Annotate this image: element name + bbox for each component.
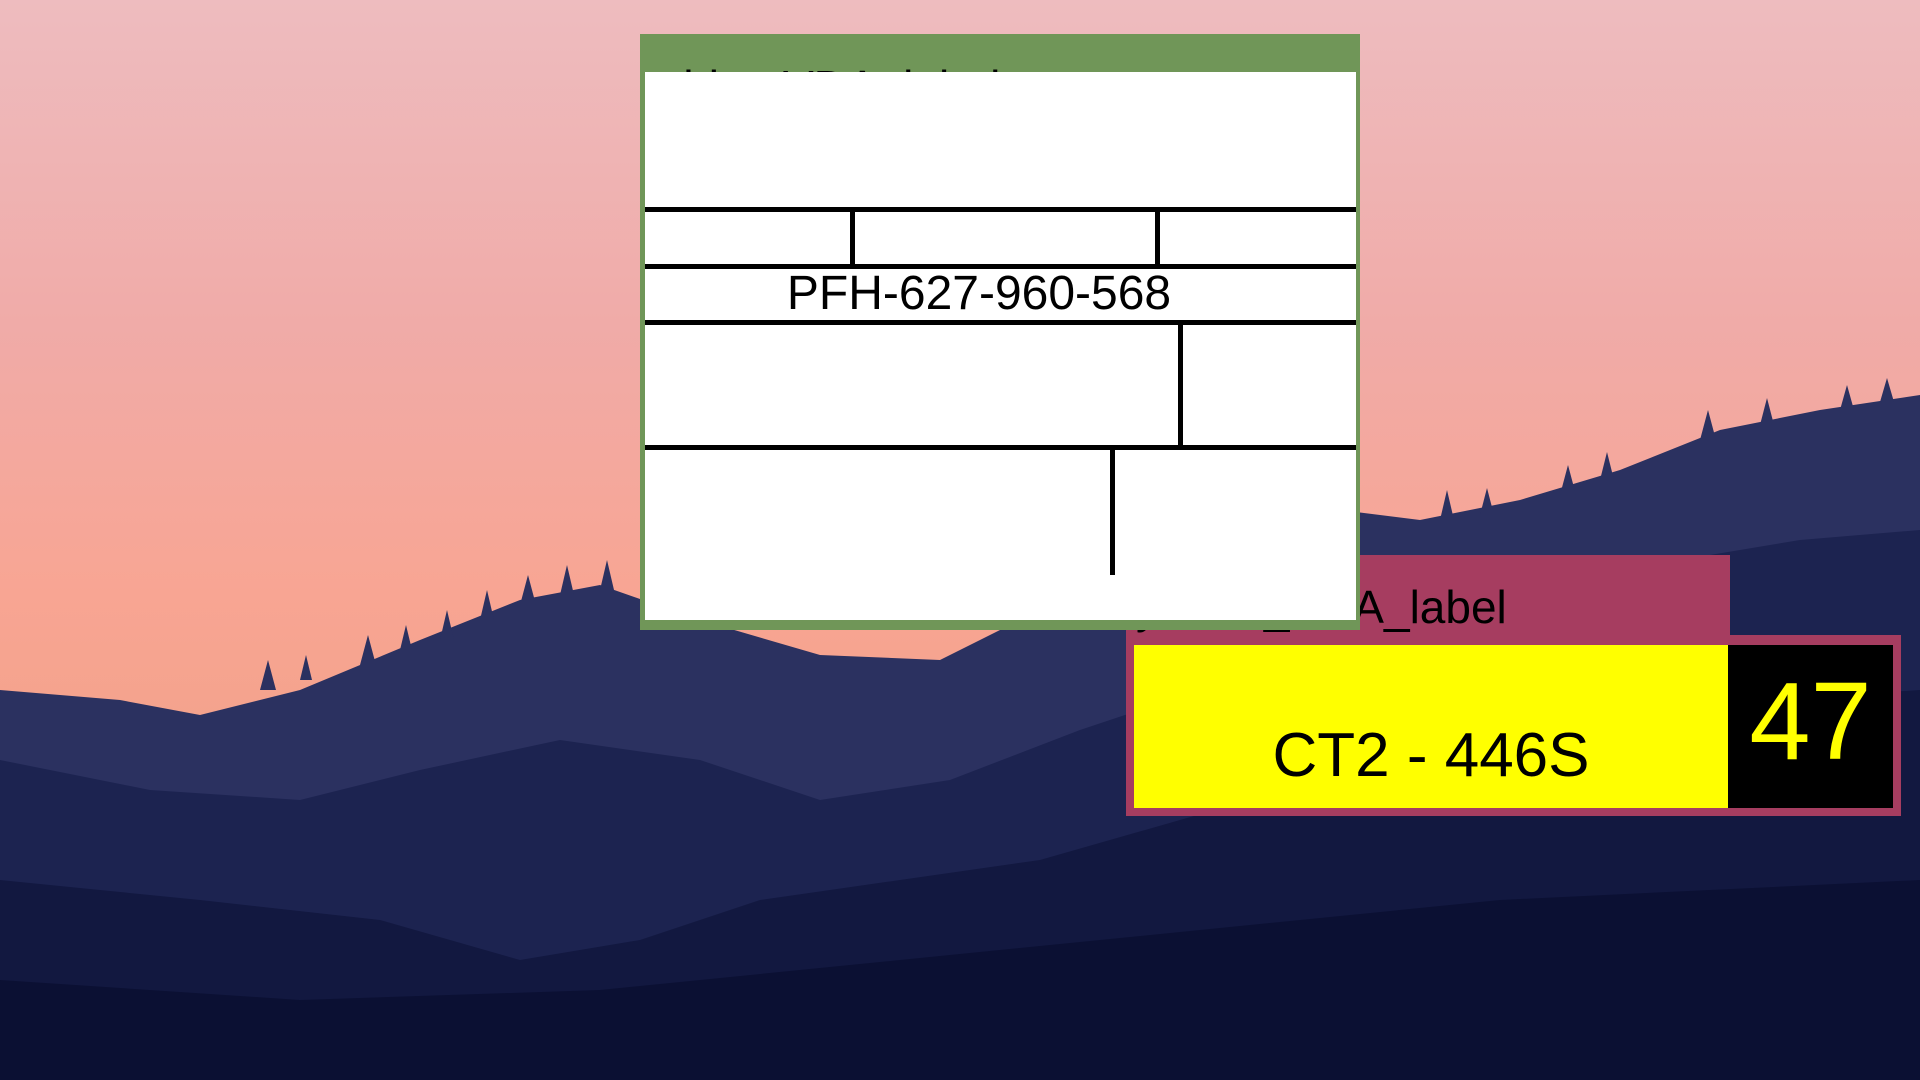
label-divider bbox=[1155, 207, 1160, 269]
vda-label-canvas: PFH-627-960-568 bbox=[645, 72, 1356, 620]
desktop-wallpaper: yellow_VDA_label CT2 - 446S 47 white_VDA… bbox=[0, 0, 1920, 1080]
yellow-label-panel: CT2 - 446S bbox=[1134, 645, 1728, 808]
label-divider bbox=[850, 207, 855, 269]
label-divider bbox=[645, 320, 1356, 325]
label-number: 47 bbox=[1749, 660, 1872, 783]
label-divider bbox=[1178, 320, 1183, 450]
label-divider bbox=[645, 445, 1356, 450]
part-number: PFH-627-960-568 bbox=[786, 267, 1172, 320]
label-number-box: 47 bbox=[1728, 645, 1893, 808]
label-code: CT2 - 446S bbox=[1272, 721, 1590, 790]
label-divider bbox=[645, 207, 1356, 212]
label-divider bbox=[1110, 445, 1115, 575]
white-label-window[interactable]: white_VDA_label PFH-627-960-568 bbox=[640, 34, 1360, 630]
